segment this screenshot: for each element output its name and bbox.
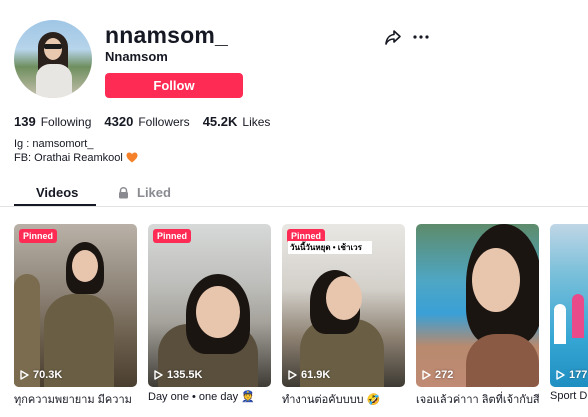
- bio-line-fb-text: FB: Orathai Reamkool: [14, 152, 123, 164]
- view-count: 272: [422, 369, 453, 381]
- play-icon: [288, 370, 297, 380]
- active-tab-indicator: [14, 204, 96, 206]
- profile-stats: 139 Following 4320 Followers 45.2K Likes: [14, 114, 283, 129]
- video-caption[interactable]: ทุกความพยายาม มีความ: [14, 390, 137, 408]
- play-icon: [154, 370, 163, 380]
- view-count-value: 177: [569, 369, 588, 381]
- profile-username: nnamsom_: [105, 22, 229, 48]
- video-card[interactable]: Pinned 70.3K: [14, 224, 137, 387]
- play-icon: [20, 370, 29, 380]
- profile-tabs: Videos Liked: [0, 180, 588, 207]
- likes-stat: 45.2K Likes: [203, 114, 271, 129]
- video-overlay-text: วันนี้วันหยุด • เช้าเวร: [288, 241, 372, 254]
- likes-count: 45.2K: [202, 114, 238, 129]
- orange-heart-icon: [126, 152, 138, 163]
- followers-count: 4320: [104, 114, 134, 129]
- followers-stat[interactable]: 4320 Followers: [104, 114, 189, 129]
- view-count-value: 70.3K: [33, 369, 63, 381]
- view-count: 70.3K: [20, 369, 62, 381]
- tab-liked-label: Liked: [137, 185, 171, 200]
- view-count-value: 272: [435, 369, 454, 381]
- view-count-value: 135.5K: [167, 369, 203, 381]
- following-stat[interactable]: 139 Following: [14, 114, 91, 129]
- tab-videos[interactable]: Videos: [36, 185, 78, 200]
- play-icon: [422, 370, 431, 380]
- profile-nickname: Nnamsom: [105, 49, 168, 64]
- bio-line-ig: Ig : namsomort_: [14, 138, 94, 150]
- lock-icon: [119, 186, 128, 198]
- more-options-icon[interactable]: [411, 27, 431, 47]
- avatar[interactable]: [14, 20, 92, 98]
- video-caption[interactable]: เจอแล้วค่าาา ลิตที่เจ้ากับสี: [416, 390, 539, 408]
- likes-label: Likes: [242, 115, 271, 129]
- video-caption[interactable]: Sport D: [550, 390, 588, 402]
- play-icon: [556, 370, 565, 380]
- video-caption[interactable]: Day one • one day 👮: [148, 390, 271, 403]
- bio-line-fb: FB: Orathai Reamkool: [14, 151, 138, 165]
- following-label: Following: [40, 115, 92, 129]
- follow-button[interactable]: Follow: [105, 73, 243, 98]
- pinned-badge: Pinned: [19, 229, 58, 243]
- profile-bio: Ig : namsomort_ FB: Orathai Reamkool: [14, 137, 138, 165]
- followers-label: Followers: [138, 115, 190, 129]
- view-count-value: 61.9K: [301, 369, 331, 381]
- view-count: 135.5K: [154, 369, 202, 381]
- video-card[interactable]: 177: [550, 224, 588, 387]
- video-caption[interactable]: ทำงานต่อคับบบบ 🤣: [282, 390, 405, 408]
- video-card[interactable]: Pinned วันนี้วันหยุด • เช้าเวร 61.9K: [282, 224, 405, 387]
- view-count: 61.9K: [288, 369, 330, 381]
- share-icon[interactable]: [383, 27, 403, 47]
- pinned-badge: Pinned: [153, 229, 192, 243]
- view-count: 177: [556, 369, 587, 381]
- tab-liked[interactable]: Liked: [118, 185, 171, 200]
- video-card[interactable]: 272: [416, 224, 539, 387]
- video-card[interactable]: Pinned 135.5K: [148, 224, 271, 387]
- following-count: 139: [14, 114, 36, 129]
